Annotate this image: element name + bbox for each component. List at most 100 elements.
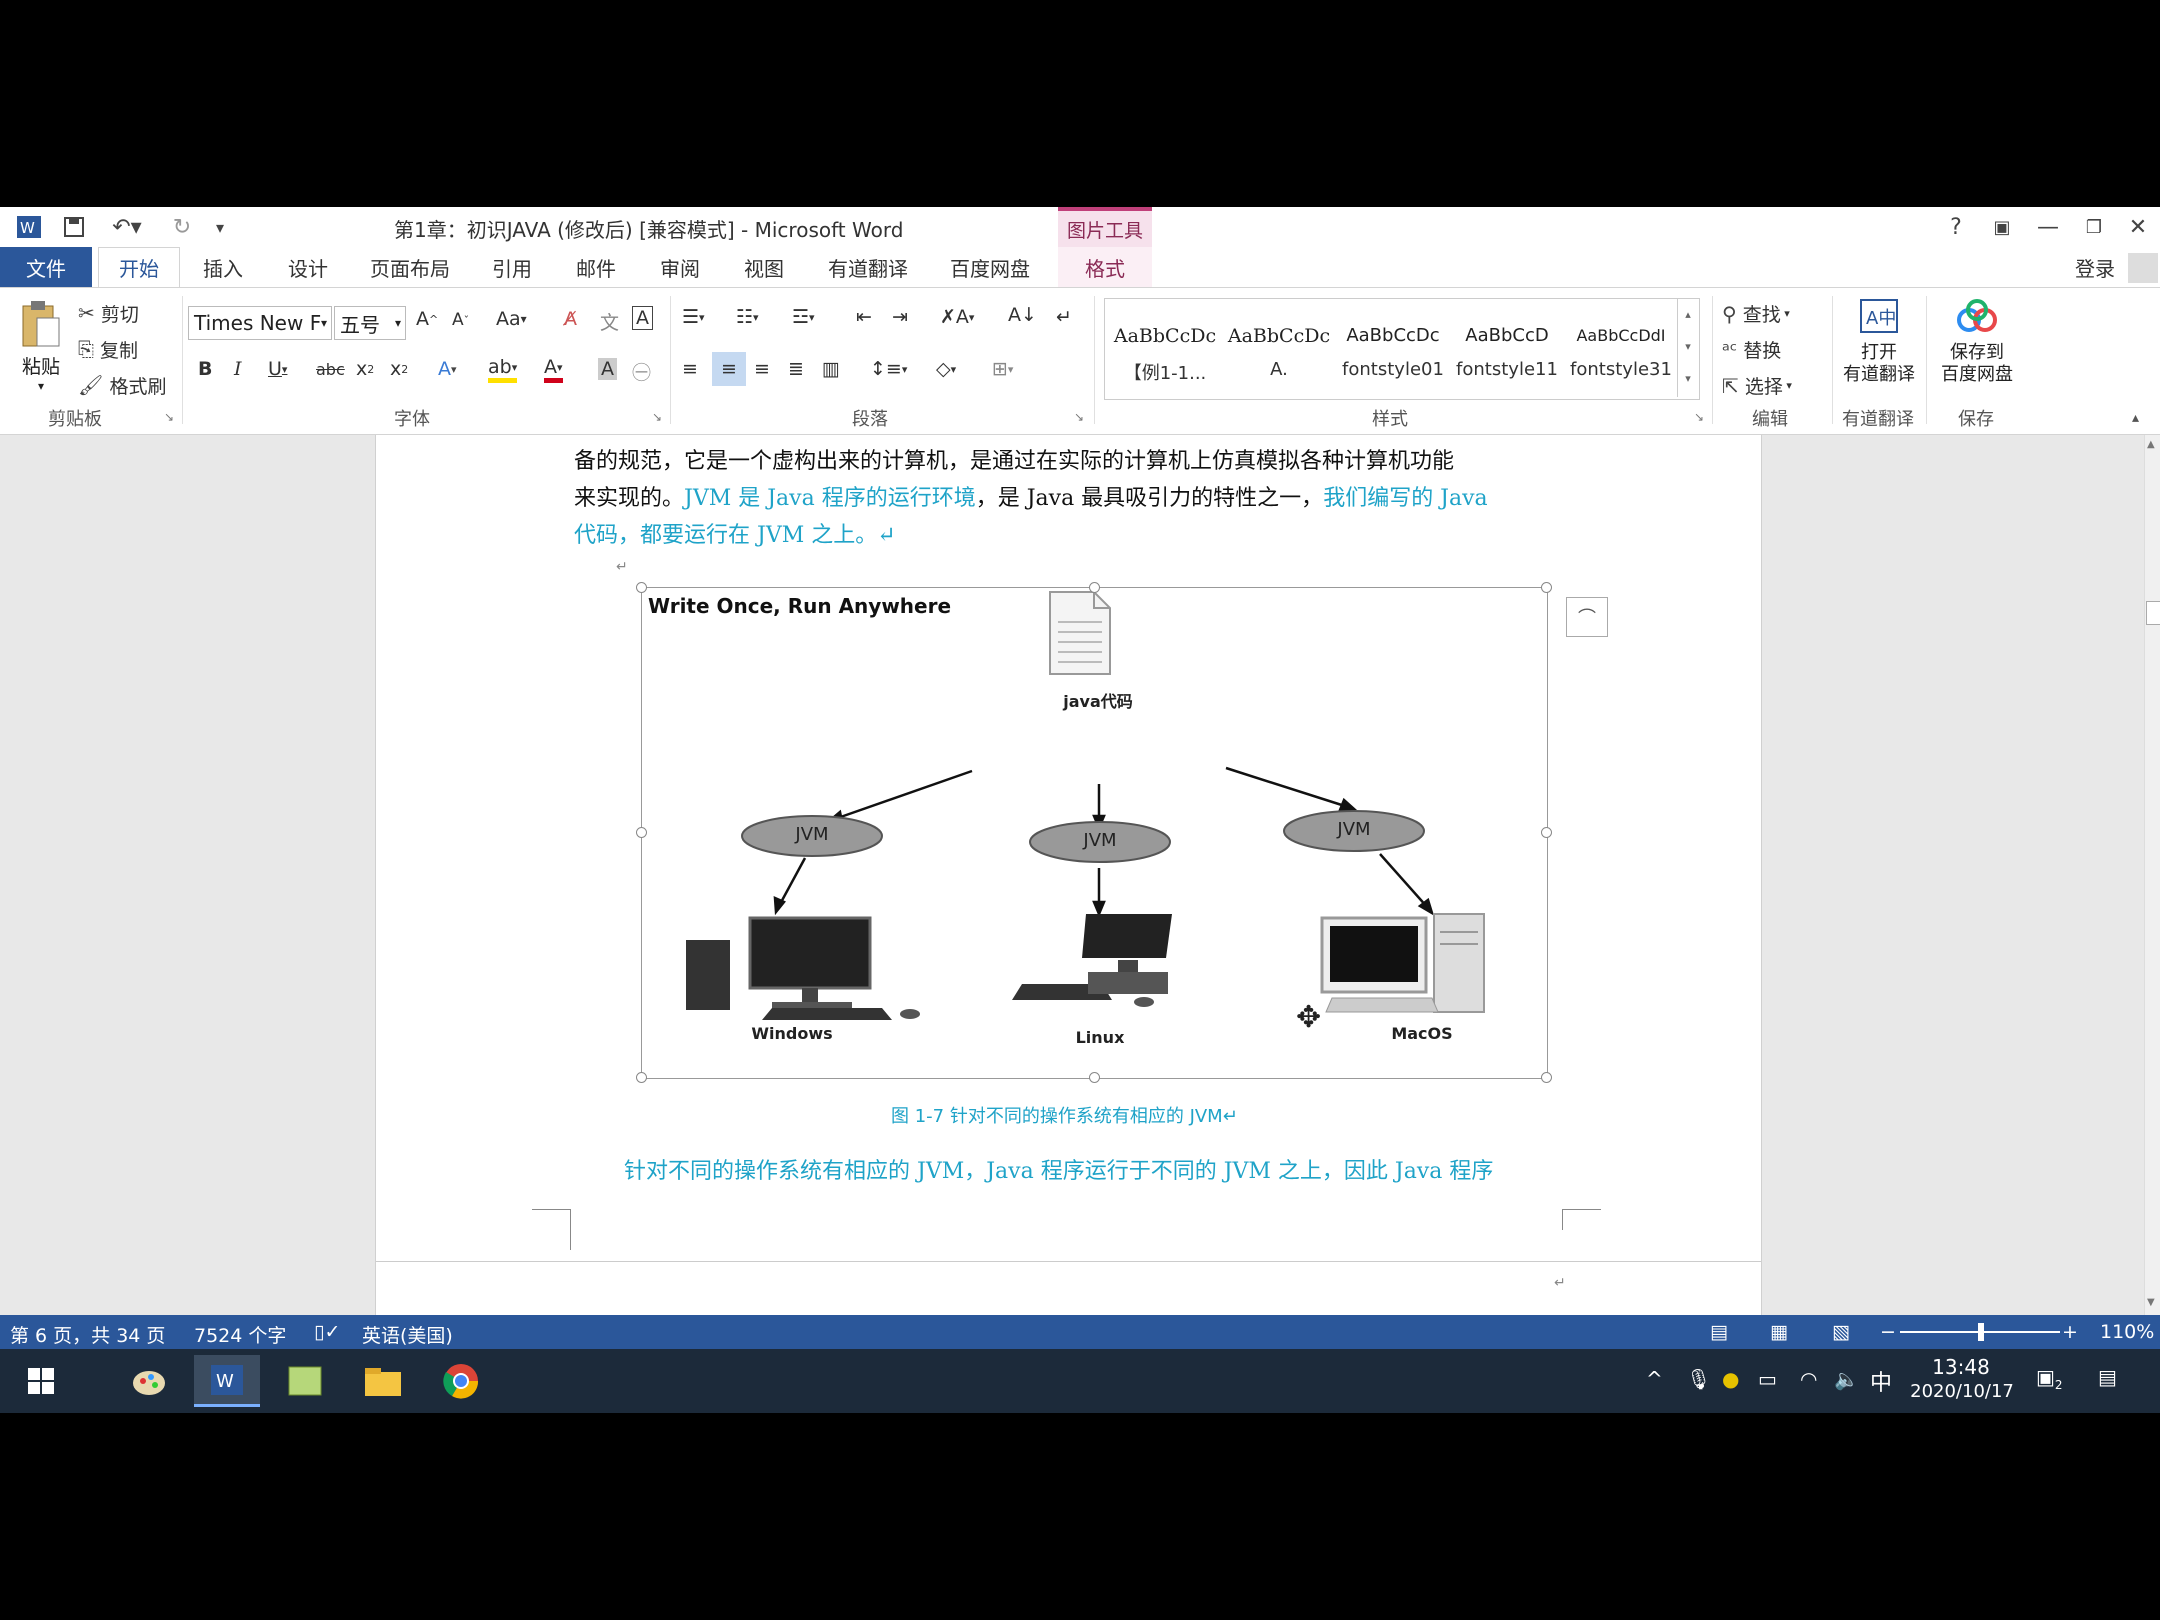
- resize-handle[interactable]: [1089, 1072, 1100, 1083]
- select-button[interactable]: ⇱ 选择 ▾: [1722, 372, 1792, 399]
- numbering-icon[interactable]: ☷ ▾: [736, 306, 759, 328]
- multilevel-list-icon[interactable]: ☲ ▾: [792, 306, 815, 328]
- microphone-icon[interactable]: 🎙: [1686, 1367, 1711, 1391]
- zoom-slider-thumb[interactable]: [1978, 1323, 1984, 1341]
- web-layout-icon[interactable]: ▧: [1832, 1321, 1850, 1343]
- sign-in-link[interactable]: 登录: [2060, 247, 2130, 287]
- borders-icon[interactable]: ⊞ ▾: [992, 358, 1013, 380]
- open-youdao-button[interactable]: A中 打开 有道翻译: [1836, 298, 1922, 402]
- show-hidden-icons[interactable]: ^: [1646, 1367, 1663, 1391]
- ime-indicator[interactable]: 中: [1870, 1365, 1892, 1397]
- jvm-figure[interactable]: Write Once, Run Anywhere java代码 JVM JVM …: [636, 582, 1552, 1083]
- style-item[interactable]: AaBbCcDc fontstyle01: [1337, 319, 1449, 403]
- tab-youdao[interactable]: 有道翻译: [818, 247, 918, 287]
- bold-icon[interactable]: B: [198, 358, 212, 380]
- line-spacing-icon[interactable]: ↕≡ ▾: [870, 358, 907, 380]
- save-to-baidu-button[interactable]: 保存到 百度网盘: [1932, 298, 2022, 402]
- print-layout-icon[interactable]: ▦: [1770, 1321, 1788, 1343]
- help-button[interactable]: ?: [1936, 211, 1976, 243]
- app-tray-icon[interactable]: ●: [1722, 1367, 1739, 1391]
- phonetic-guide-icon[interactable]: 文: [600, 308, 619, 335]
- scroll-down-icon[interactable]: ▼: [2147, 1297, 2155, 1308]
- minimize-button[interactable]: —: [2028, 211, 2068, 243]
- dialog-launcher-icon[interactable]: ↘: [164, 410, 174, 424]
- zoom-in-button[interactable]: +: [2062, 1321, 2078, 1343]
- zoom-out-button[interactable]: −: [1880, 1321, 1896, 1343]
- character-border-icon[interactable]: A: [632, 306, 653, 330]
- strikethrough-icon[interactable]: abc: [316, 360, 345, 379]
- task-view-icon[interactable]: ▣2: [2036, 1365, 2063, 1392]
- show-marks-icon[interactable]: ↵: [1056, 306, 1072, 328]
- grow-font-icon[interactable]: A ^: [416, 308, 438, 330]
- save-icon[interactable]: [58, 213, 90, 241]
- resize-handle[interactable]: [636, 827, 647, 838]
- align-right-icon[interactable]: ≡: [754, 358, 770, 380]
- notes-app-icon[interactable]: [272, 1355, 338, 1407]
- superscript-icon[interactable]: x2: [390, 358, 408, 380]
- customize-toolbar-icon[interactable]: ▾: [210, 213, 230, 241]
- action-center-icon[interactable]: ▤: [2098, 1365, 2117, 1389]
- sort-icon[interactable]: A↓: [1008, 304, 1037, 326]
- format-painter-button[interactable]: 🖌 格式刷: [78, 370, 166, 400]
- file-explorer-icon[interactable]: [350, 1355, 416, 1407]
- decrease-indent-icon[interactable]: ⇤: [856, 306, 872, 328]
- word-count[interactable]: 7524 个字: [194, 1321, 286, 1348]
- resize-handle[interactable]: [1541, 1072, 1552, 1083]
- font-name-box[interactable]: Times New F ▾: [188, 306, 332, 340]
- font-color-icon[interactable]: A ▾: [544, 356, 563, 383]
- layout-options-icon[interactable]: ⌒: [1566, 597, 1608, 637]
- dialog-launcher-icon[interactable]: ↘: [1694, 410, 1704, 424]
- battery-icon[interactable]: ▭: [1758, 1367, 1777, 1391]
- word-app-icon[interactable]: W: [194, 1355, 260, 1407]
- gallery-scroll[interactable]: ▴ ▾ ▾: [1677, 299, 1698, 397]
- chrome-app-icon[interactable]: [428, 1355, 494, 1407]
- clock-time[interactable]: 13:48: [1924, 1355, 1998, 1379]
- undo-icon[interactable]: ↶▾: [104, 213, 150, 241]
- tab-insert[interactable]: 插入: [192, 247, 254, 287]
- redo-icon[interactable]: ↻: [166, 213, 198, 241]
- tab-file[interactable]: 文件: [0, 247, 92, 287]
- network-icon[interactable]: ◠: [1800, 1367, 1817, 1391]
- find-button[interactable]: ⚲ 查找 ▾: [1722, 300, 1790, 327]
- align-left-icon[interactable]: ≡: [682, 358, 698, 380]
- tab-format[interactable]: 格式: [1058, 247, 1152, 287]
- tab-layout[interactable]: 页面布局: [362, 247, 458, 287]
- page-count[interactable]: 第 6 页，共 34 页: [10, 1321, 165, 1348]
- tab-mailings[interactable]: 邮件: [566, 247, 626, 287]
- tab-references[interactable]: 引用: [482, 247, 542, 287]
- zoom-level[interactable]: 110%: [2100, 1321, 2154, 1343]
- scroll-up-icon[interactable]: ▲: [2147, 439, 2155, 450]
- proofing-icon[interactable]: ▯✓: [314, 1321, 340, 1343]
- dialog-launcher-icon[interactable]: ↘: [652, 410, 662, 424]
- resize-handle[interactable]: [1541, 582, 1552, 593]
- cut-button[interactable]: ✂ 剪切: [78, 298, 139, 328]
- italic-icon[interactable]: I: [234, 358, 242, 380]
- style-item[interactable]: AaBbCcD fontstyle11: [1451, 319, 1563, 403]
- read-mode-icon[interactable]: ▤: [1710, 1321, 1728, 1343]
- underline-icon[interactable]: U ▾: [268, 358, 287, 380]
- character-shading-icon[interactable]: A: [598, 358, 617, 380]
- enclose-character-icon[interactable]: ㊀: [632, 358, 651, 385]
- dialog-launcher-icon[interactable]: ↘: [1074, 410, 1084, 424]
- tab-baidu[interactable]: 百度网盘: [940, 247, 1040, 287]
- clock-date[interactable]: 2020/10/17: [1904, 1381, 2020, 1402]
- tab-view[interactable]: 视图: [734, 247, 794, 287]
- text-effects-icon[interactable]: A ▾: [438, 358, 457, 380]
- align-center-icon[interactable]: ≡: [712, 352, 746, 386]
- shading-icon[interactable]: ◇ ▾: [936, 358, 956, 380]
- copy-button[interactable]: ⎘ 复制: [78, 334, 138, 364]
- user-avatar-icon[interactable]: [2128, 253, 2158, 283]
- chinese-layout-icon[interactable]: ✗A ▾: [940, 306, 974, 328]
- language-indicator[interactable]: 英语(美国): [362, 1321, 453, 1348]
- justify-icon[interactable]: ≣: [788, 358, 804, 380]
- tab-home[interactable]: 开始: [98, 247, 180, 287]
- highlight-icon[interactable]: ab ▾: [488, 356, 518, 383]
- bullets-icon[interactable]: ☰ ▾: [682, 306, 705, 328]
- change-case-button[interactable]: Aa ▾: [496, 308, 527, 330]
- scroll-thumb[interactable]: [2146, 601, 2160, 625]
- distributed-icon[interactable]: ▥: [822, 358, 840, 380]
- clear-format-icon[interactable]: A̸: [564, 308, 577, 330]
- volume-icon[interactable]: 🔈: [1834, 1367, 1859, 1391]
- document-page[interactable]: 备的规范，它是一个虚构出来的计算机，是通过在实际的计算机上仿真模拟各种计算机功能…: [375, 435, 1762, 1315]
- tab-review[interactable]: 审阅: [650, 247, 710, 287]
